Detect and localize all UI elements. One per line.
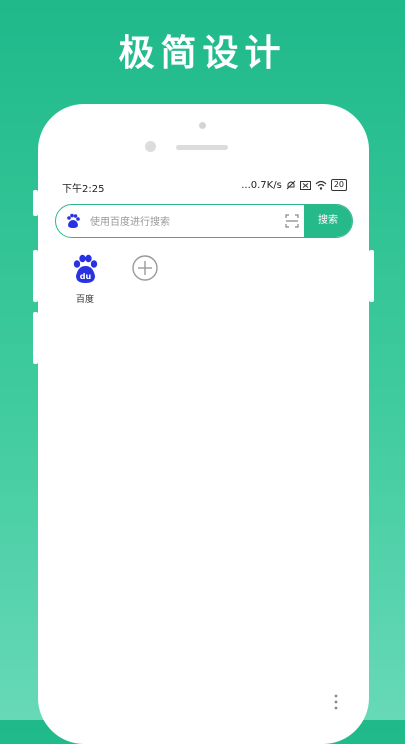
phone-frame: 下午2:25 ...0.7K/s 20 使用百度进行搜索 搜索 du 百度 <box>38 104 369 744</box>
shortcut-add[interactable] <box>120 254 170 286</box>
search-button[interactable]: 搜索 <box>304 205 352 237</box>
earpiece <box>176 145 228 150</box>
sim-icon <box>299 180 311 190</box>
baidu-paw-icon <box>67 213 80 228</box>
add-icon <box>132 255 158 281</box>
battery-icon: 20 <box>330 179 347 191</box>
status-time: 下午2:25 <box>62 184 105 195</box>
scan-icon[interactable] <box>285 214 299 228</box>
shortcut-baidu[interactable]: du 百度 <box>60 254 110 305</box>
status-icons: ...0.7K/s 20 <box>241 179 347 191</box>
headline: 极简设计 <box>118 33 287 74</box>
mute-icon <box>286 180 296 190</box>
more-vertical-icon[interactable] <box>334 694 338 710</box>
shortcut-label: 百度 <box>75 295 94 305</box>
status-bar: 下午2:25 ...0.7K/s 20 <box>62 178 347 195</box>
front-camera <box>145 141 156 152</box>
search-input[interactable] <box>88 212 282 232</box>
wifi-icon <box>315 180 327 190</box>
search-bar[interactable]: 搜索 <box>55 204 353 238</box>
phone-side-button <box>369 250 374 302</box>
network-speed: ...0.7K/s <box>241 179 282 191</box>
baidu-logo-icon: du <box>73 254 98 283</box>
svg-text:du: du <box>80 272 92 281</box>
sensor-dot <box>199 122 206 129</box>
